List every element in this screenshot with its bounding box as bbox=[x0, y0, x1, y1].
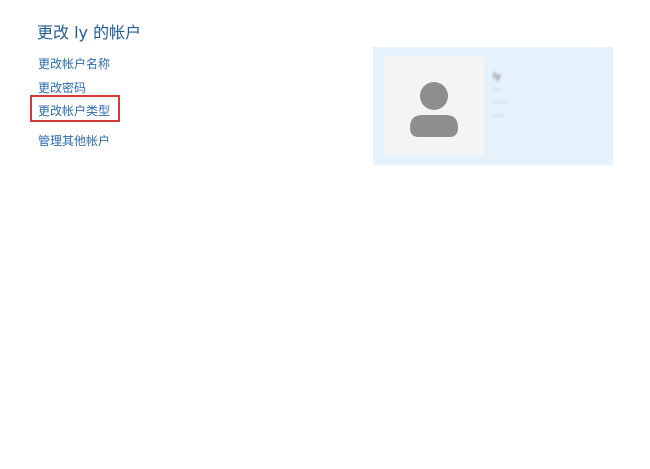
change-account-type-link[interactable]: 更改帐户类型 bbox=[38, 102, 110, 119]
account-details: ly ···· ······· ····· bbox=[493, 71, 603, 123]
account-card: ly ···· ······· ····· bbox=[373, 47, 613, 165]
change-password-link[interactable]: 更改密码 bbox=[38, 79, 86, 96]
user-silhouette-icon bbox=[410, 82, 458, 137]
change-account-page: 更改 ly 的帐户 更改帐户名称 更改密码 更改帐户类型 管理其他帐户 ly ·… bbox=[0, 0, 650, 469]
account-detail-line: ····· bbox=[493, 112, 505, 120]
account-detail-line: ···· bbox=[493, 86, 502, 94]
page-title: 更改 ly 的帐户 bbox=[37, 23, 142, 42]
account-detail-line: ······· bbox=[493, 99, 509, 107]
avatar bbox=[384, 57, 484, 155]
manage-other-accounts-link[interactable]: 管理其他帐户 bbox=[38, 132, 110, 149]
change-account-name-link[interactable]: 更改帐户名称 bbox=[38, 55, 110, 72]
account-name: ly bbox=[493, 72, 501, 82]
